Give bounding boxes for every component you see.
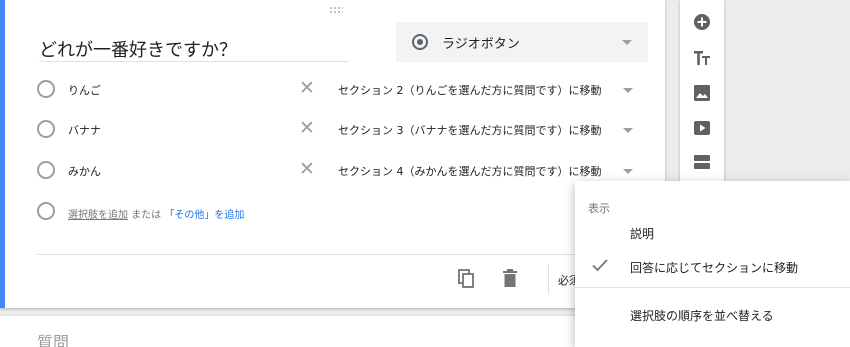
menu-item-label: 選択肢の順序を並べ替える — [630, 309, 774, 323]
menu-item-label: 回答に応じてセクションに移動 — [630, 261, 799, 275]
section-icon[interactable] — [693, 153, 711, 171]
drag-handle-icon[interactable] — [329, 6, 343, 14]
or-text: または — [131, 210, 162, 221]
goto-section-select[interactable]: セクション 2（りんごを選んだ方に質問です）に移動 — [338, 82, 602, 98]
goto-section-select[interactable]: セクション 3（バナナを選んだ方に質問です）に移動 — [338, 122, 602, 138]
video-icon[interactable] — [693, 119, 711, 137]
next-question-title[interactable]: 質問 — [37, 329, 69, 347]
question-type-select[interactable]: ラジオボタン — [396, 22, 648, 62]
chevron-down-icon[interactable] — [623, 169, 633, 174]
goto-section-select[interactable]: セクション 4（みかんを選んだ方に質問です）に移動 — [338, 163, 602, 179]
chevron-down-icon[interactable] — [623, 88, 633, 93]
option-row: みかん ✕ セクション 4（みかんを選んだ方に質問です）に移動 — [37, 159, 637, 181]
option-label[interactable]: りんご — [68, 82, 101, 98]
side-toolbar — [680, 0, 724, 182]
add-other-link[interactable]: 「その他」を追加 — [164, 210, 244, 221]
duplicate-icon[interactable] — [458, 269, 476, 293]
menu-item-goto-section[interactable]: 回答に応じてセクションに移動 — [575, 249, 850, 283]
option-row: バナナ ✕ セクション 3（バナナを選んだ方に質問です）に移動 — [37, 118, 637, 140]
question-card[interactable]: どれが一番好きですか？ ラジオボタン りんご ✕ セクション 2（りんごを選んだ… — [0, 0, 665, 308]
add-option-link[interactable]: 選択肢を追加 — [68, 210, 128, 221]
option-label[interactable]: みかん — [68, 163, 101, 179]
radio-circle-icon — [37, 161, 55, 179]
menu-item-label: 説明 — [630, 227, 655, 241]
remove-option-icon[interactable]: ✕ — [299, 79, 315, 98]
add-option-row: 選択肢を追加 または 「その他」を追加 — [37, 200, 437, 222]
remove-option-icon[interactable]: ✕ — [299, 119, 315, 138]
delete-icon[interactable] — [502, 269, 518, 293]
menu-item-shuffle-options[interactable]: 選択肢の順序を並べ替える — [575, 297, 850, 331]
chevron-down-icon — [622, 40, 632, 45]
chevron-down-icon[interactable] — [623, 128, 633, 133]
option-label[interactable]: バナナ — [68, 122, 101, 138]
footer-divider — [37, 254, 665, 255]
title-text-icon[interactable] — [693, 49, 711, 67]
add-circle-icon[interactable] — [693, 13, 711, 31]
menu-item-description[interactable]: 説明 — [575, 215, 850, 249]
image-icon[interactable] — [693, 84, 711, 102]
menu-header: 表示 — [588, 202, 610, 215]
options-menu: 表示 説明 回答に応じてセクションに移動 選択肢の順序を並べ替える — [575, 181, 850, 347]
add-option-text: 選択肢を追加 または 「その他」を追加 — [68, 206, 244, 221]
remove-option-icon[interactable]: ✕ — [299, 160, 315, 179]
option-row: りんご ✕ セクション 2（りんごを選んだ方に質問です）に移動 — [37, 78, 637, 100]
radio-circle-icon — [37, 80, 55, 98]
radio-button-icon — [412, 34, 428, 50]
menu-divider — [575, 287, 850, 288]
check-icon — [591, 256, 609, 278]
question-type-label: ラジオボタン — [442, 36, 520, 52]
next-question-card[interactable]: 質問 — [0, 316, 665, 347]
question-title-input[interactable]: どれが一番好きですか？ — [39, 36, 349, 62]
radio-circle-icon — [37, 202, 55, 220]
radio-circle-icon — [37, 120, 55, 138]
footer-vertical-divider — [548, 264, 549, 294]
